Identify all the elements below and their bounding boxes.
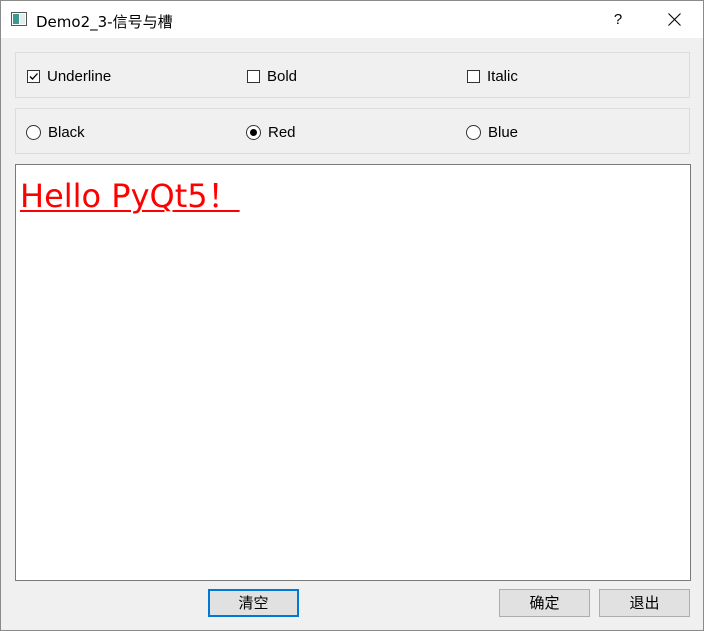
bold-checkbox[interactable]: Bold <box>247 53 297 99</box>
underline-checkbox[interactable]: Underline <box>27 53 111 99</box>
window-title: Demo2_3-信号与槽 <box>36 13 173 31</box>
blue-radio[interactable]: Blue <box>466 109 518 155</box>
dialog-window: Demo2_3-信号与槽 ? Underline Bold Italic Bla… <box>0 0 704 631</box>
radio-unselected-icon <box>26 124 41 140</box>
bold-label: Bold <box>267 67 298 85</box>
red-radio[interactable]: Red <box>246 109 296 155</box>
radio-selected-icon <box>246 124 261 140</box>
close-button[interactable] <box>652 1 698 38</box>
ok-button[interactable]: 确定 <box>499 589 590 617</box>
font-style-group: Underline Bold Italic <box>15 52 690 98</box>
text-editor[interactable]: Hello PyQt5！ <box>15 164 691 581</box>
italic-label: Italic <box>487 67 518 85</box>
exit-button[interactable]: 退出 <box>599 589 690 617</box>
clear-button[interactable]: 清空 <box>208 589 299 617</box>
editor-text: Hello PyQt5！ <box>20 177 240 215</box>
radio-unselected-icon <box>466 124 481 140</box>
close-icon <box>668 13 681 26</box>
checkbox-checked-icon <box>27 69 40 83</box>
italic-checkbox[interactable]: Italic <box>467 53 518 99</box>
help-button[interactable]: ? <box>595 1 641 38</box>
color-group: Black Red Blue <box>15 108 690 154</box>
checkbox-unchecked-icon <box>247 69 260 83</box>
black-label: Black <box>48 123 85 141</box>
black-radio[interactable]: Black <box>26 109 85 155</box>
red-label: Red <box>268 123 296 141</box>
app-window-icon <box>11 12 27 26</box>
underline-label: Underline <box>47 67 112 85</box>
checkbox-unchecked-icon <box>467 69 480 83</box>
blue-label: Blue <box>488 123 519 141</box>
title-bar[interactable]: Demo2_3-信号与槽 ? <box>1 1 703 38</box>
